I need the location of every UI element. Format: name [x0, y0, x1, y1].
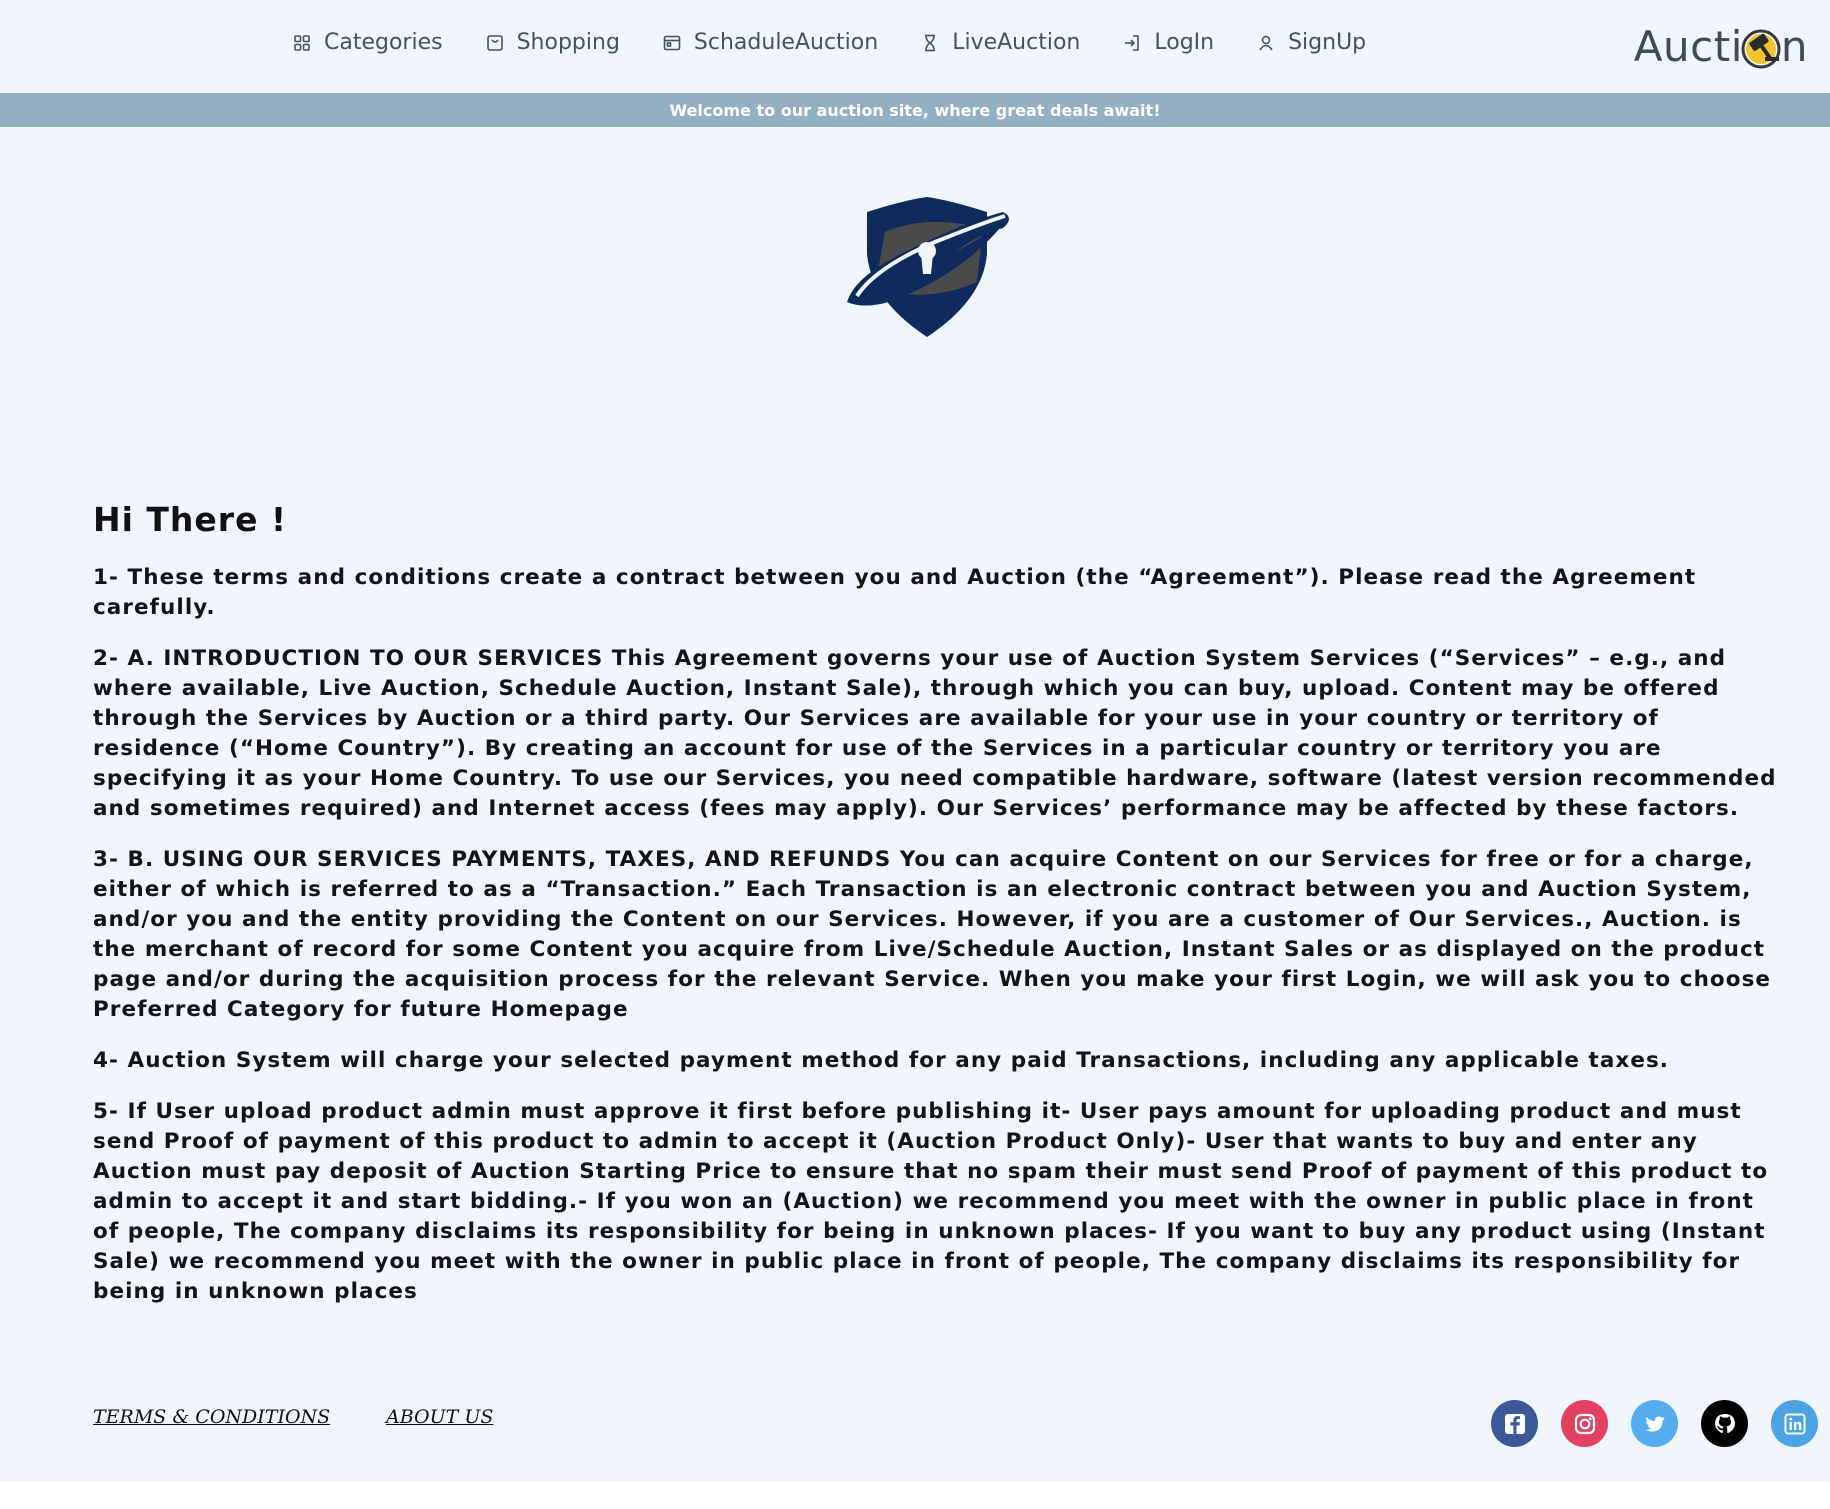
nav-item-live-auction[interactable]: LiveAuction — [920, 30, 1080, 55]
terms-paragraph-2: 2- A. INTRODUCTION TO OUR SERVICES This … — [93, 646, 1777, 821]
nav-item-categories[interactable]: Categories — [292, 30, 443, 55]
user-icon — [1256, 33, 1276, 53]
terms-paragraph-5: 5- If User upload product admin must app… — [93, 1099, 1769, 1304]
welcome-banner: Welcome to our auction site, where great… — [0, 93, 1830, 127]
nav-item-shopping[interactable]: Shopping — [485, 30, 620, 55]
twitter-icon[interactable] — [1631, 1400, 1678, 1447]
instagram-icon[interactable] — [1561, 1400, 1608, 1447]
about-us-link[interactable]: ABOUT US — [386, 1406, 493, 1428]
nav-item-label: Shopping — [516, 30, 620, 55]
hourglass-icon — [920, 33, 940, 53]
footer: TERMS & CONDITIONS ABOUT US — [0, 1390, 1830, 1450]
nav-item-label: LogIn — [1154, 30, 1215, 55]
shopping-bag-icon — [485, 33, 505, 53]
login-icon — [1122, 33, 1142, 53]
terms-paragraph-1: 1- These terms and conditions create a c… — [93, 565, 1697, 620]
github-icon[interactable] — [1701, 1400, 1748, 1447]
banner-text: Welcome to our auction site, where great… — [669, 100, 1161, 120]
nav-item-schedule-auction[interactable]: SchaduleAuction — [662, 30, 878, 55]
social-links — [1491, 1400, 1818, 1447]
page: Categories Shopping SchaduleAuction Live… — [0, 0, 1830, 1482]
nav-item-label: Categories — [324, 30, 443, 55]
terms-link[interactable]: TERMS & CONDITIONS — [93, 1406, 330, 1428]
terms-paragraph-4: 4- Auction System will charge your selec… — [93, 1048, 1670, 1073]
calendar-icon — [662, 33, 682, 53]
linkedin-icon[interactable] — [1771, 1400, 1818, 1447]
nav-item-label: SignUp — [1288, 30, 1367, 55]
terms-content: Hi There ! 1- These terms and conditions… — [93, 500, 1783, 1328]
gavel-coin-icon — [1739, 25, 1783, 69]
brand-logo[interactable]: Aucti n — [1634, 22, 1808, 71]
facebook-icon[interactable] — [1491, 1400, 1538, 1447]
page-heading: Hi There ! — [93, 500, 287, 539]
shield-lock-icon — [845, 192, 1010, 342]
top-navigation: Categories Shopping SchaduleAuction Live… — [0, 0, 1830, 93]
grid-icon — [292, 33, 312, 53]
brand-text-start: Aucti — [1633, 22, 1743, 71]
nav-menu: Categories Shopping SchaduleAuction Live… — [292, 30, 1366, 55]
terms-paragraph-3: 3- B. USING OUR SERVICES PAYMENTS, TAXES… — [93, 847, 1772, 1022]
nav-item-signup[interactable]: SignUp — [1256, 30, 1366, 55]
nav-item-login[interactable]: LogIn — [1122, 30, 1214, 55]
nav-item-label: LiveAuction — [952, 30, 1081, 55]
brand-text-end: n — [1780, 22, 1808, 71]
nav-item-label: SchaduleAuction — [693, 30, 879, 55]
